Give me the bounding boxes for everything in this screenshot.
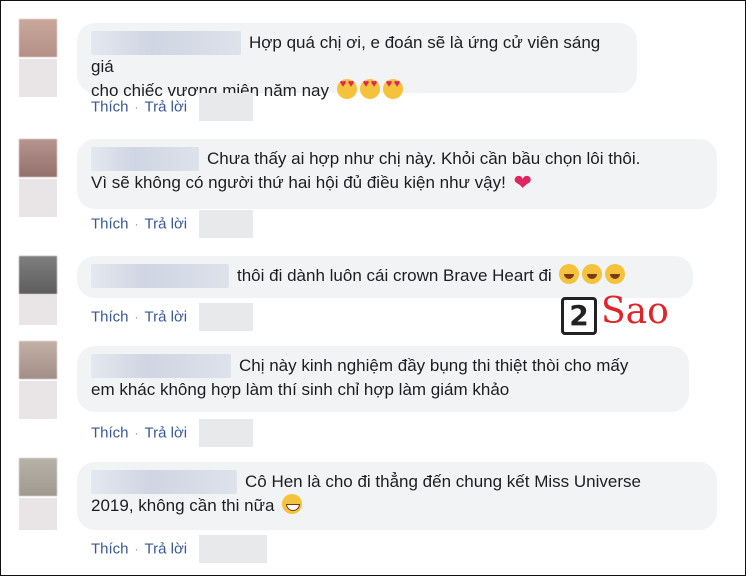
comment-text: em khác không hợp làm thí sinh chỉ hợp l… bbox=[91, 380, 510, 399]
comment-actions: Thích · Trả lời bbox=[91, 535, 268, 563]
separator-dot: · bbox=[134, 542, 139, 556]
commenter-avatar[interactable] bbox=[19, 256, 57, 294]
heart-eyes-emoji bbox=[359, 79, 380, 99]
commenter-name-blurred[interactable] bbox=[91, 354, 231, 378]
timestamp-blurred[interactable] bbox=[199, 419, 254, 447]
avatar-placeholder bbox=[19, 498, 57, 530]
comment-bubble: Chị này kinh nghiệm đầy bụng thi thiệt t… bbox=[77, 346, 689, 412]
comment-text: 2019, không cần thi nữa bbox=[91, 496, 275, 515]
rolling-laugh-emoji bbox=[559, 264, 580, 284]
commenter-avatar[interactable] bbox=[19, 458, 57, 496]
comment-bubble: Hợp quá chị ơi, e đoán sẽ là ứng cử viên… bbox=[77, 23, 637, 100]
watermark-brand: Sao bbox=[601, 291, 669, 332]
commenter-name-blurred[interactable] bbox=[91, 147, 199, 171]
reply-link[interactable]: Trả lời bbox=[145, 99, 188, 116]
commenter-avatar[interactable] bbox=[19, 341, 57, 379]
like-link[interactable]: Thích bbox=[91, 216, 129, 233]
comment-actions: Thích · Trả lời bbox=[91, 210, 254, 238]
watermark-number: 2 bbox=[561, 297, 597, 335]
avatar-placeholder bbox=[19, 295, 57, 325]
red-heart-emoji: ❤ bbox=[513, 170, 532, 195]
comment-actions: Thích · Trả lời bbox=[91, 93, 254, 121]
comment-text: Cô Hen là cho đi thẳng đến chung kết Mis… bbox=[245, 472, 641, 491]
separator-dot: · bbox=[134, 426, 139, 440]
timestamp-blurred[interactable] bbox=[199, 303, 254, 331]
commenter-name-blurred[interactable] bbox=[91, 264, 229, 288]
comment-bubble: Cô Hen là cho đi thẳng đến chung kết Mis… bbox=[77, 462, 717, 530]
heart-eyes-emoji bbox=[336, 79, 357, 99]
comment-actions: Thích · Trả lời bbox=[91, 303, 254, 331]
timestamp-blurred[interactable] bbox=[199, 535, 268, 563]
commenter-avatar[interactable] bbox=[19, 19, 57, 57]
separator-dot: · bbox=[134, 217, 139, 231]
reply-link[interactable]: Trả lời bbox=[145, 309, 188, 326]
heart-eyes-emoji bbox=[382, 79, 403, 99]
comment-text: Chị này kinh nghiệm đầy bụng thi thiệt t… bbox=[239, 356, 629, 375]
separator-dot: · bbox=[134, 100, 139, 114]
reply-link[interactable]: Trả lời bbox=[145, 425, 188, 442]
like-link[interactable]: Thích bbox=[91, 99, 129, 116]
comment-bubble: Chưa thấy ai hợp như chị này. Khỏi cần b… bbox=[77, 139, 717, 209]
separator-dot: · bbox=[134, 310, 139, 324]
avatar-placeholder bbox=[19, 381, 57, 419]
comment-text: thôi đi dành luôn cái crown Brave Heart … bbox=[237, 266, 552, 285]
commenter-name-blurred[interactable] bbox=[91, 470, 237, 494]
like-link[interactable]: Thích bbox=[91, 541, 129, 558]
grinning-emoji bbox=[282, 494, 303, 514]
like-link[interactable]: Thích bbox=[91, 425, 129, 442]
rolling-laugh-emoji bbox=[582, 264, 603, 284]
comment-section: Hợp quá chị ơi, e đoán sẽ là ứng cử viên… bbox=[0, 0, 746, 576]
reply-link[interactable]: Trả lời bbox=[145, 541, 188, 558]
comment-text: Chưa thấy ai hợp như chị này. Khỏi cần b… bbox=[207, 149, 641, 168]
reply-link[interactable]: Trả lời bbox=[145, 216, 188, 233]
comment-actions: Thích · Trả lời bbox=[91, 419, 254, 447]
comment-text: Vì sẽ không có người thứ hai hội đủ điều… bbox=[91, 173, 506, 192]
commenter-avatar[interactable] bbox=[19, 139, 57, 177]
avatar-placeholder bbox=[19, 59, 57, 97]
timestamp-blurred[interactable] bbox=[199, 93, 254, 121]
commenter-name-blurred[interactable] bbox=[91, 31, 241, 55]
like-link[interactable]: Thích bbox=[91, 309, 129, 326]
avatar-placeholder bbox=[19, 179, 57, 217]
rolling-laugh-emoji bbox=[605, 264, 626, 284]
timestamp-blurred[interactable] bbox=[199, 210, 254, 238]
